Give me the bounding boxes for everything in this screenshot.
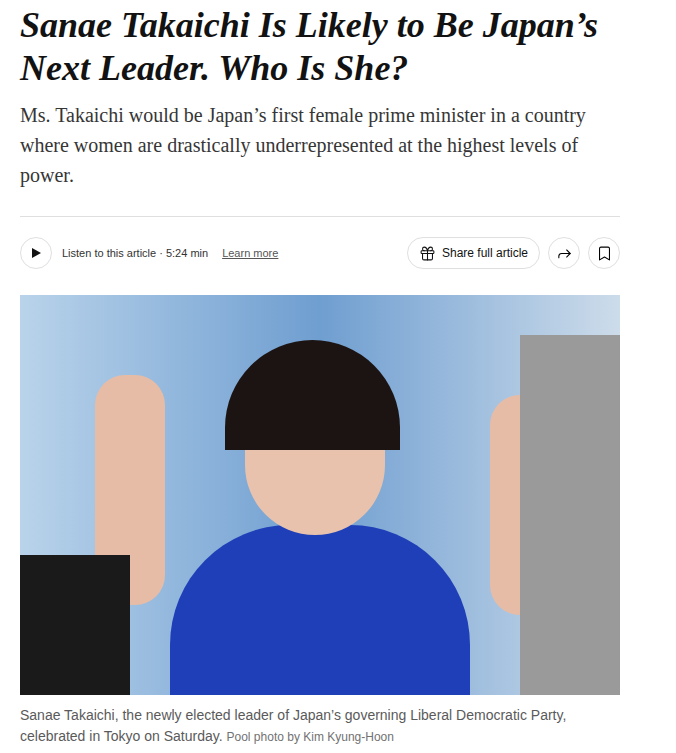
photo-caption: Sanae Takaichi, the newly elected leader…	[20, 705, 620, 748]
bookmark-icon	[596, 245, 613, 262]
share-icon	[556, 245, 573, 262]
share-full-article-button[interactable]: Share full article	[407, 237, 540, 269]
divider	[20, 216, 620, 217]
listen-label: Listen to this article · 5:24 min	[62, 245, 208, 262]
toolbar: Listen to this article · 5:24 min Learn m…	[20, 237, 620, 269]
article-page: Sanae Takaichi Is Likely to Be Japan’s N…	[0, 0, 676, 753]
share-button[interactable]	[548, 237, 580, 269]
bookmark-button[interactable]	[588, 237, 620, 269]
play-icon	[30, 247, 42, 259]
learn-more-link[interactable]: Learn more	[222, 245, 278, 262]
article-photo	[20, 295, 620, 695]
headline: Sanae Takaichi Is Likely to Be Japan’s N…	[20, 0, 620, 90]
summary: Ms. Takaichi would be Japan’s first fema…	[20, 100, 620, 190]
photo-credit: Pool photo by Kim Kyung-Hoon	[227, 730, 394, 744]
play-button[interactable]	[20, 237, 52, 269]
gift-icon	[419, 245, 436, 262]
